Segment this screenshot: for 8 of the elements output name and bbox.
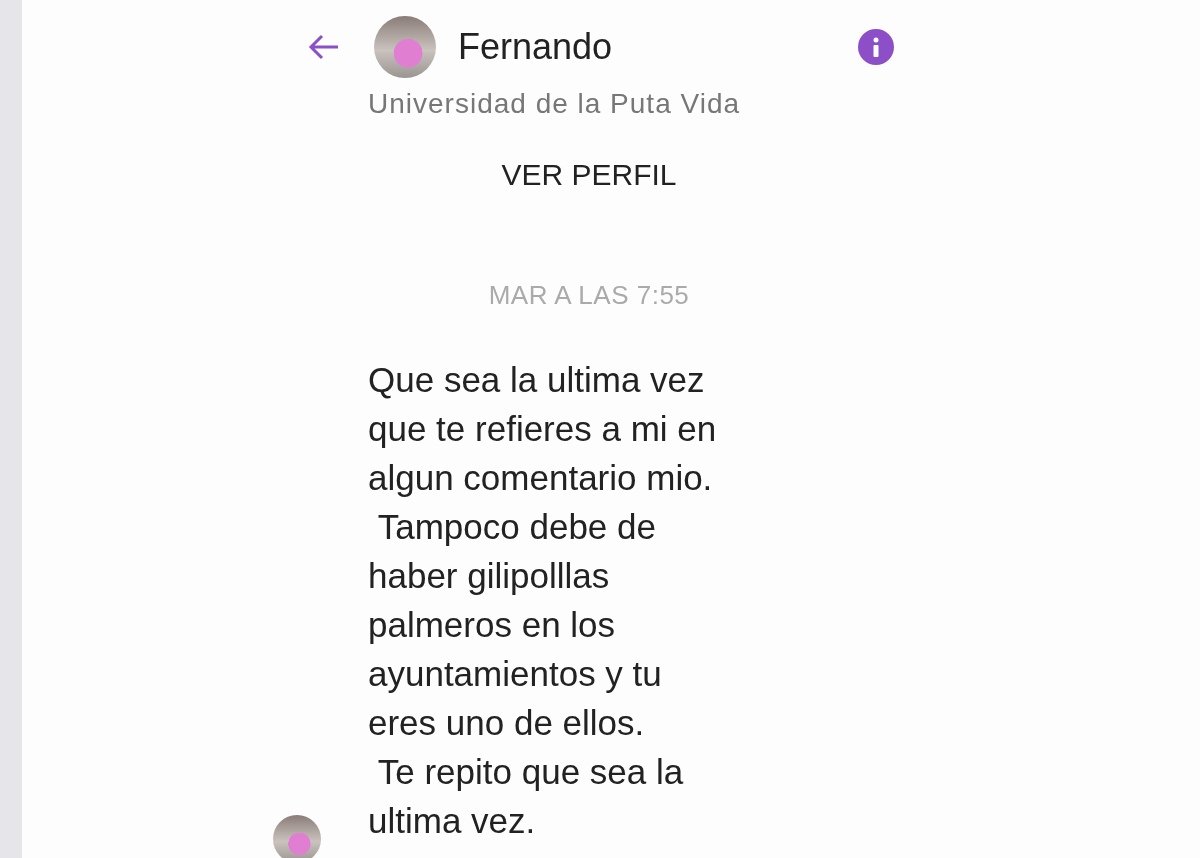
message-timestamp: MAR A LAS 7:55 [488,280,690,311]
view-profile-link[interactable]: VER PERFIL [501,158,677,192]
profile-subtitle: Universidad de la Puta Vida [367,88,742,120]
back-arrow-icon [308,33,340,61]
message-text: Que sea la ultima vez que te refieres a mi en algun comentario mio. Tampoco debe de haber gilipolllas palmeros en los ayuntamientos y tu eres uno de ellos. Te repito que sea la ultima vez. [368,359,718,842]
sender-avatar [273,815,321,858]
info-icon[interactable] [858,29,894,65]
contact-name: Fernando [458,26,614,68]
